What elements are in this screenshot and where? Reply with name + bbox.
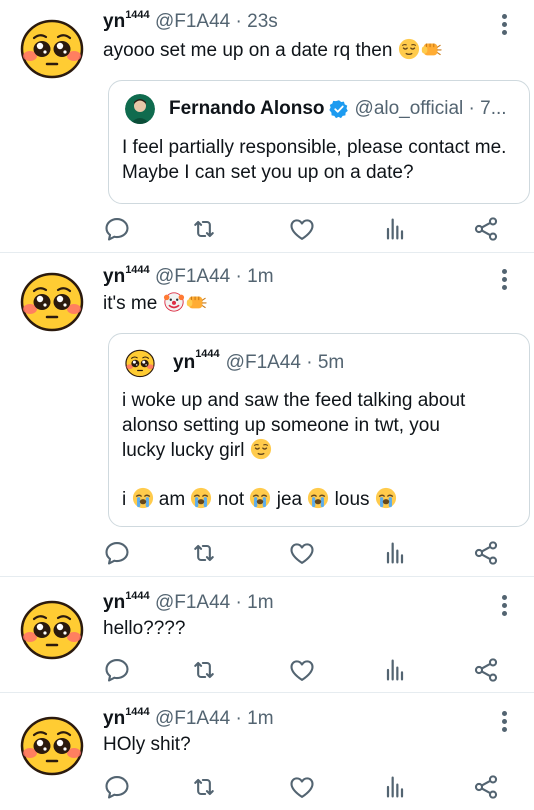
tweet-actions — [0, 773, 534, 803]
author-name[interactable]: yn1444 — [103, 264, 150, 287]
analytics-icon[interactable] — [381, 773, 409, 801]
quoted-author-name: yn1444 — [173, 348, 220, 373]
timestamp[interactable]: · 1m — [236, 708, 274, 729]
relieved-face-icon — [250, 438, 272, 460]
timestamp[interactable]: · 23s — [236, 11, 278, 32]
more-options-icon[interactable] — [502, 269, 508, 293]
verified-badge-icon — [328, 100, 348, 119]
heart-icon[interactable] — [288, 215, 316, 243]
tweet-text: HOly shit? — [103, 734, 191, 755]
reply-icon[interactable] — [103, 215, 131, 243]
timestamp[interactable]: · 1m — [236, 266, 274, 287]
share-icon[interactable] — [472, 656, 500, 684]
tweet-actions — [0, 215, 534, 245]
quoted-text-line: alonso setting up someone in twt, you — [122, 415, 440, 436]
sob-face-icon — [249, 487, 271, 509]
quoted-text: i woke up and saw the feed talking about… — [122, 388, 522, 512]
tweet-text: hello???? — [103, 618, 186, 639]
quoted-text-line: lucky lucky girl — [122, 438, 522, 463]
avatar[interactable] — [20, 16, 84, 80]
analytics-icon[interactable] — [381, 215, 409, 243]
reply-icon[interactable] — [103, 656, 131, 684]
author-handle[interactable]: @F1A44 — [155, 592, 230, 613]
heart-icon[interactable] — [288, 656, 316, 684]
author-name[interactable]: yn1444 — [103, 706, 150, 729]
fist-icon — [420, 38, 442, 60]
sob-face-icon — [132, 487, 154, 509]
quoted-text-line: i woke up and saw the feed talking about — [122, 390, 466, 411]
reply-icon[interactable] — [103, 539, 131, 567]
quoted-handle: @alo_official · 7... — [354, 98, 507, 119]
analytics-icon[interactable] — [381, 656, 409, 684]
tweet-text: ayooo set me up on a date rq then — [103, 40, 393, 61]
tweet-actions — [0, 539, 534, 569]
retweet-icon[interactable] — [190, 656, 218, 684]
quoted-author-name: Fernando Alonso — [169, 98, 325, 119]
avatar[interactable] — [20, 713, 84, 777]
quoted-tweet[interactable]: yn1444 @F1A44 · 5m i woke up and saw the… — [108, 333, 530, 527]
tweet-header: yn1444 @F1A44 · 1m — [103, 590, 274, 615]
retweet-icon[interactable] — [190, 539, 218, 567]
tweet-3[interactable]: yn1444 @F1A44 · 1m hello???? — [0, 577, 534, 693]
quoted-text-line: i am not jea lous — [122, 487, 522, 512]
share-icon[interactable] — [472, 215, 500, 243]
avatar — [125, 94, 155, 124]
quoted-tweet-header: Fernando Alonso @alo_official · 7... — [125, 94, 507, 124]
tweet-text-row: ayooo set me up on a date rq then — [103, 38, 442, 63]
tweet-text-row: it's me — [103, 291, 207, 316]
avatar[interactable] — [20, 597, 84, 661]
more-options-icon[interactable] — [502, 595, 508, 619]
timestamp[interactable]: · 1m — [236, 592, 274, 613]
tweet-header: yn1444 @F1A44 · 1m — [103, 264, 274, 289]
tweet-1[interactable]: yn1444 @F1A44 · 23s ayooo set me up on a… — [0, 0, 534, 253]
relieved-face-icon — [398, 38, 420, 60]
quoted-text: I feel partially responsible, please con… — [122, 137, 507, 183]
clown-face-icon — [163, 291, 185, 313]
tweet-text: it's me — [103, 293, 158, 314]
author-handle[interactable]: @F1A44 — [155, 11, 230, 32]
heart-icon[interactable] — [288, 539, 316, 567]
more-options-icon[interactable] — [502, 14, 508, 38]
reply-icon[interactable] — [103, 773, 131, 801]
author-name[interactable]: yn1444 — [103, 9, 150, 32]
quoted-tweet[interactable]: Fernando Alonso @alo_official · 7... I f… — [108, 80, 530, 204]
tweet-header: yn1444 @F1A44 · 23s — [103, 9, 278, 34]
quoted-handle: @F1A44 · 5m — [225, 352, 345, 373]
retweet-icon[interactable] — [190, 773, 218, 801]
sob-face-icon — [375, 487, 397, 509]
author-name[interactable]: yn1444 — [103, 590, 150, 613]
author-handle[interactable]: @F1A44 — [155, 266, 230, 287]
avatar — [125, 348, 155, 378]
author-handle[interactable]: @F1A44 — [155, 708, 230, 729]
heart-icon[interactable] — [288, 773, 316, 801]
analytics-icon[interactable] — [381, 539, 409, 567]
avatar[interactable] — [20, 269, 84, 333]
tweet-2[interactable]: yn1444 @F1A44 · 1m it's me yn1444 @F1A44… — [0, 253, 534, 577]
quoted-tweet-header: yn1444 @F1A44 · 5m — [125, 348, 344, 378]
tweet-header: yn1444 @F1A44 · 1m — [103, 706, 274, 731]
sob-face-icon — [307, 487, 329, 509]
fist-icon — [185, 291, 207, 313]
tweet-4[interactable]: yn1444 @F1A44 · 1m HOly shit? — [0, 693, 534, 810]
retweet-icon[interactable] — [190, 215, 218, 243]
sob-face-icon — [190, 487, 212, 509]
share-icon[interactable] — [472, 539, 500, 567]
more-options-icon[interactable] — [502, 711, 508, 735]
tweet-actions — [0, 656, 534, 686]
share-icon[interactable] — [472, 773, 500, 801]
